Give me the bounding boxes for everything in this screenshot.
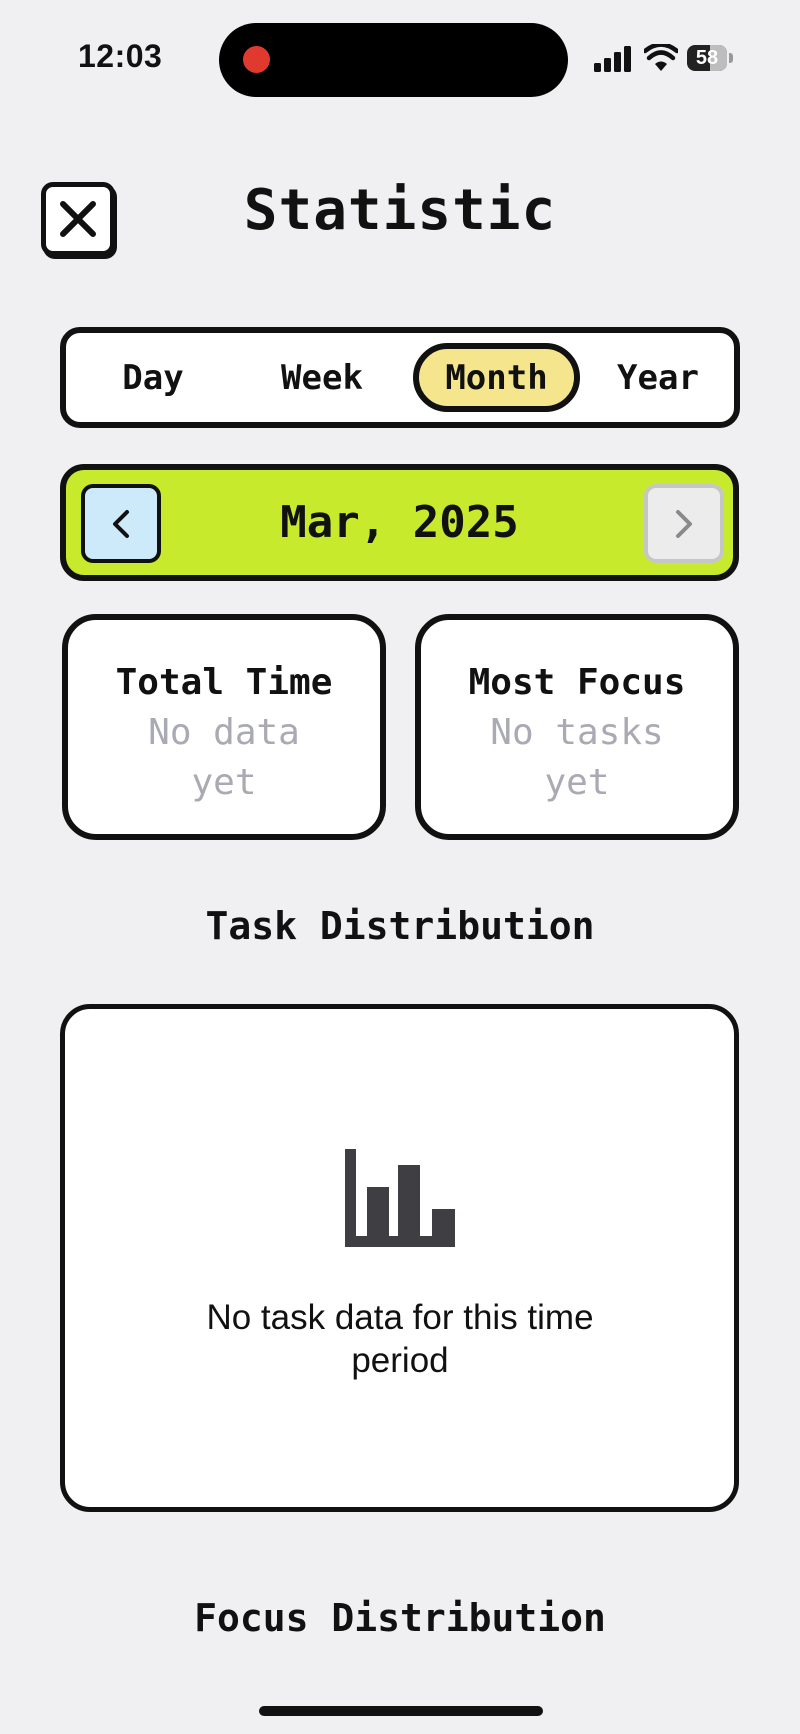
task-distribution-panel [60, 1004, 739, 1512]
most-focus-title: Most Focus [468, 662, 686, 703]
total-time-card: Total Time No data yet [62, 614, 386, 840]
task-distribution-title: Task Distribution [205, 904, 595, 948]
most-focus-card: Most Focus No tasks yet [415, 614, 739, 840]
tab-day[interactable]: Day [88, 333, 218, 422]
date-label: Mar, 2025 [280, 497, 519, 548]
tab-year[interactable]: Year [588, 333, 728, 422]
chevron-right-icon [676, 509, 692, 538]
cellular-signal-icon [594, 46, 631, 72]
wifi-icon [644, 44, 678, 71]
total-time-value: No data yet [148, 712, 300, 803]
total-time-title: Total Time [115, 662, 333, 703]
battery-cap [729, 53, 733, 63]
page-title: Statistic [243, 178, 557, 243]
dynamic-island [219, 23, 568, 97]
date-navigator: Mar, 2025 [60, 464, 739, 581]
empty-state-message: No task data for this time period [206, 1298, 594, 1380]
chevron-left-icon [113, 509, 129, 538]
period-segmented-control: Day Week Month Year [60, 327, 740, 428]
bar-chart-icon [345, 1149, 455, 1247]
tab-week[interactable]: Week [242, 333, 402, 422]
battery-icon: 58 [687, 45, 727, 71]
next-period-button[interactable] [644, 484, 724, 563]
recording-indicator-icon [243, 46, 270, 73]
status-time: 12:03 [78, 38, 163, 74]
previous-period-button[interactable] [81, 484, 161, 563]
tab-month[interactable]: Month [413, 343, 580, 412]
battery-level: 58 [695, 47, 719, 69]
most-focus-value: No tasks yet [490, 712, 664, 803]
focus-distribution-title: Focus Distribution [194, 1596, 606, 1640]
home-indicator [259, 1706, 543, 1716]
